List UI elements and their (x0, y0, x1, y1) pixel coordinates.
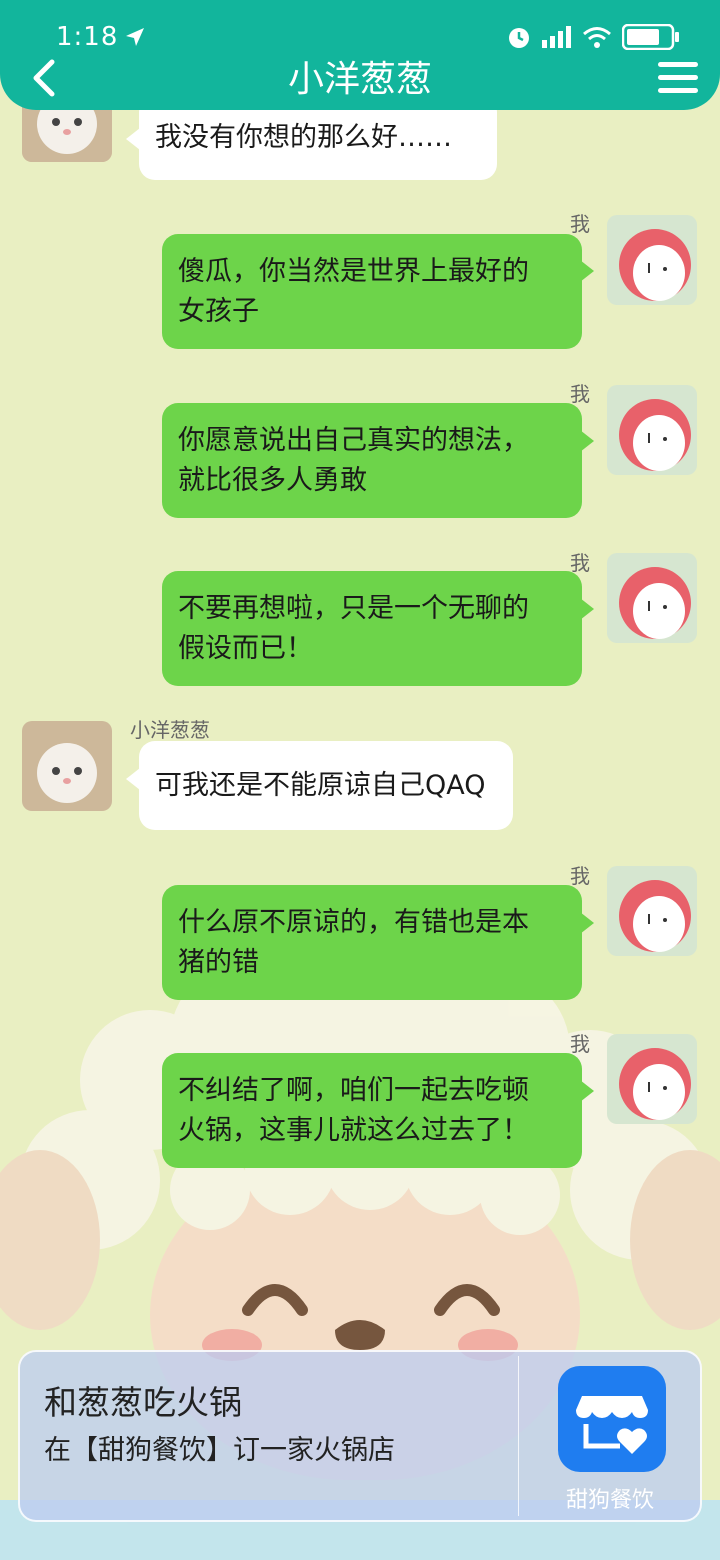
message-bubble-sent[interactable]: 你愿意说出自己真实的想法， 就比很多人勇敢 (162, 403, 582, 518)
store-heart-icon (576, 1396, 648, 1454)
message-text: 我没有你想的那么好…… (155, 122, 452, 153)
bubble-tail (126, 768, 140, 790)
cartoon-avatar-icon (607, 866, 697, 956)
battery-icon (622, 24, 679, 50)
my-avatar[interactable] (607, 553, 697, 643)
message-line: 火锅，这事儿就这么过去了！ (178, 1114, 529, 1146)
alarm-icon (509, 28, 529, 48)
sender-name: 我 (570, 382, 590, 406)
message-line: 不要再想啦，只是一个无聊的 (178, 592, 529, 624)
sender-name: 我 (570, 1032, 590, 1056)
menu-icon[interactable] (658, 60, 698, 96)
message-line: 女孩子 (178, 295, 259, 327)
cartoon-avatar-icon (607, 553, 697, 643)
message-text: 可我还是不能原谅自己QAQ (155, 769, 486, 801)
bubble-tail (580, 430, 594, 452)
bubble-tail (580, 1080, 594, 1102)
message-text: 你愿意说出自己真实的想法， 就比很多人勇敢 (178, 421, 529, 501)
sender-name: 小洋葱葱 (130, 718, 210, 742)
hotpot-suggestion-card[interactable]: 和葱葱吃火锅 在【甜狗餐饮】订一家火锅店 甜狗餐饮 (18, 1350, 702, 1522)
bubble-tail (580, 260, 594, 282)
message-text: 不纠结了啊，咱们一起去吃顿 火锅，这事儿就这么过去了！ (178, 1071, 529, 1151)
message-bubble-sent[interactable]: 不要再想啦，只是一个无聊的 假设而已！ (162, 571, 582, 686)
status-icons (506, 22, 680, 52)
cartoon-avatar-icon (607, 1034, 697, 1124)
message-bubble-sent[interactable]: 什么原不原谅的，有错也是本 猪的错 (162, 885, 582, 1000)
message-line: 就比很多人勇敢 (178, 464, 367, 496)
message-text: 不要再想啦，只是一个无聊的 假设而已！ (178, 589, 529, 669)
my-avatar[interactable] (607, 1034, 697, 1124)
card-subtitle: 在【甜狗餐饮】订一家火锅店 (44, 1435, 395, 1466)
card-title: 和葱葱吃火锅 (44, 1383, 242, 1422)
message-line: 猪的错 (178, 946, 259, 978)
back-chevron-icon[interactable] (26, 56, 62, 100)
message-line: 假设而已！ (178, 632, 313, 664)
bubble-tail (580, 912, 594, 934)
message-line: 不纠结了啊，咱们一起去吃顿 (178, 1074, 529, 1106)
message-line: 什么原不原谅的，有错也是本 (178, 906, 529, 938)
message-bubble-received[interactable]: 可我还是不能原谅自己QAQ (139, 741, 513, 830)
tiangou-app-button[interactable] (558, 1366, 666, 1472)
chat-title: 小洋葱葱 (287, 59, 432, 100)
card-divider (518, 1356, 519, 1516)
wifi-icon (583, 27, 611, 48)
header-bar: 1:18 小洋葱葱 (0, 0, 720, 110)
sender-name: 我 (570, 212, 590, 236)
status-time: 1:18 (56, 22, 119, 52)
my-avatar[interactable] (607, 215, 697, 305)
message-text: 什么原不原谅的，有错也是本 猪的错 (178, 903, 529, 983)
cartoon-avatar-icon (607, 385, 697, 475)
bubble-tail (126, 128, 140, 150)
app-label: 甜狗餐饮 (565, 1488, 654, 1513)
cartoon-avatar-icon (607, 215, 697, 305)
message-line: 你愿意说出自己真实的想法， (178, 424, 529, 456)
message-list[interactable]: 我没有你想的那么好…… 我 傻瓜，你当然是世界上最好的 女孩子 我 你愿意说出自… (0, 0, 720, 1560)
signal-icon (542, 26, 571, 48)
message-line: 傻瓜，你当然是世界上最好的 (178, 255, 529, 287)
contact-avatar[interactable] (22, 721, 112, 811)
bubble-tail (580, 598, 594, 620)
message-text: 傻瓜，你当然是世界上最好的 女孩子 (178, 252, 529, 332)
message-bubble-sent[interactable]: 不纠结了啊，咱们一起去吃顿 火锅，这事儿就这么过去了！ (162, 1053, 582, 1168)
location-arrow-icon (126, 28, 144, 46)
my-avatar[interactable] (607, 866, 697, 956)
cat-avatar-icon (22, 721, 112, 811)
sender-name: 我 (570, 864, 590, 888)
my-avatar[interactable] (607, 385, 697, 475)
message-bubble-sent[interactable]: 傻瓜，你当然是世界上最好的 女孩子 (162, 234, 582, 349)
